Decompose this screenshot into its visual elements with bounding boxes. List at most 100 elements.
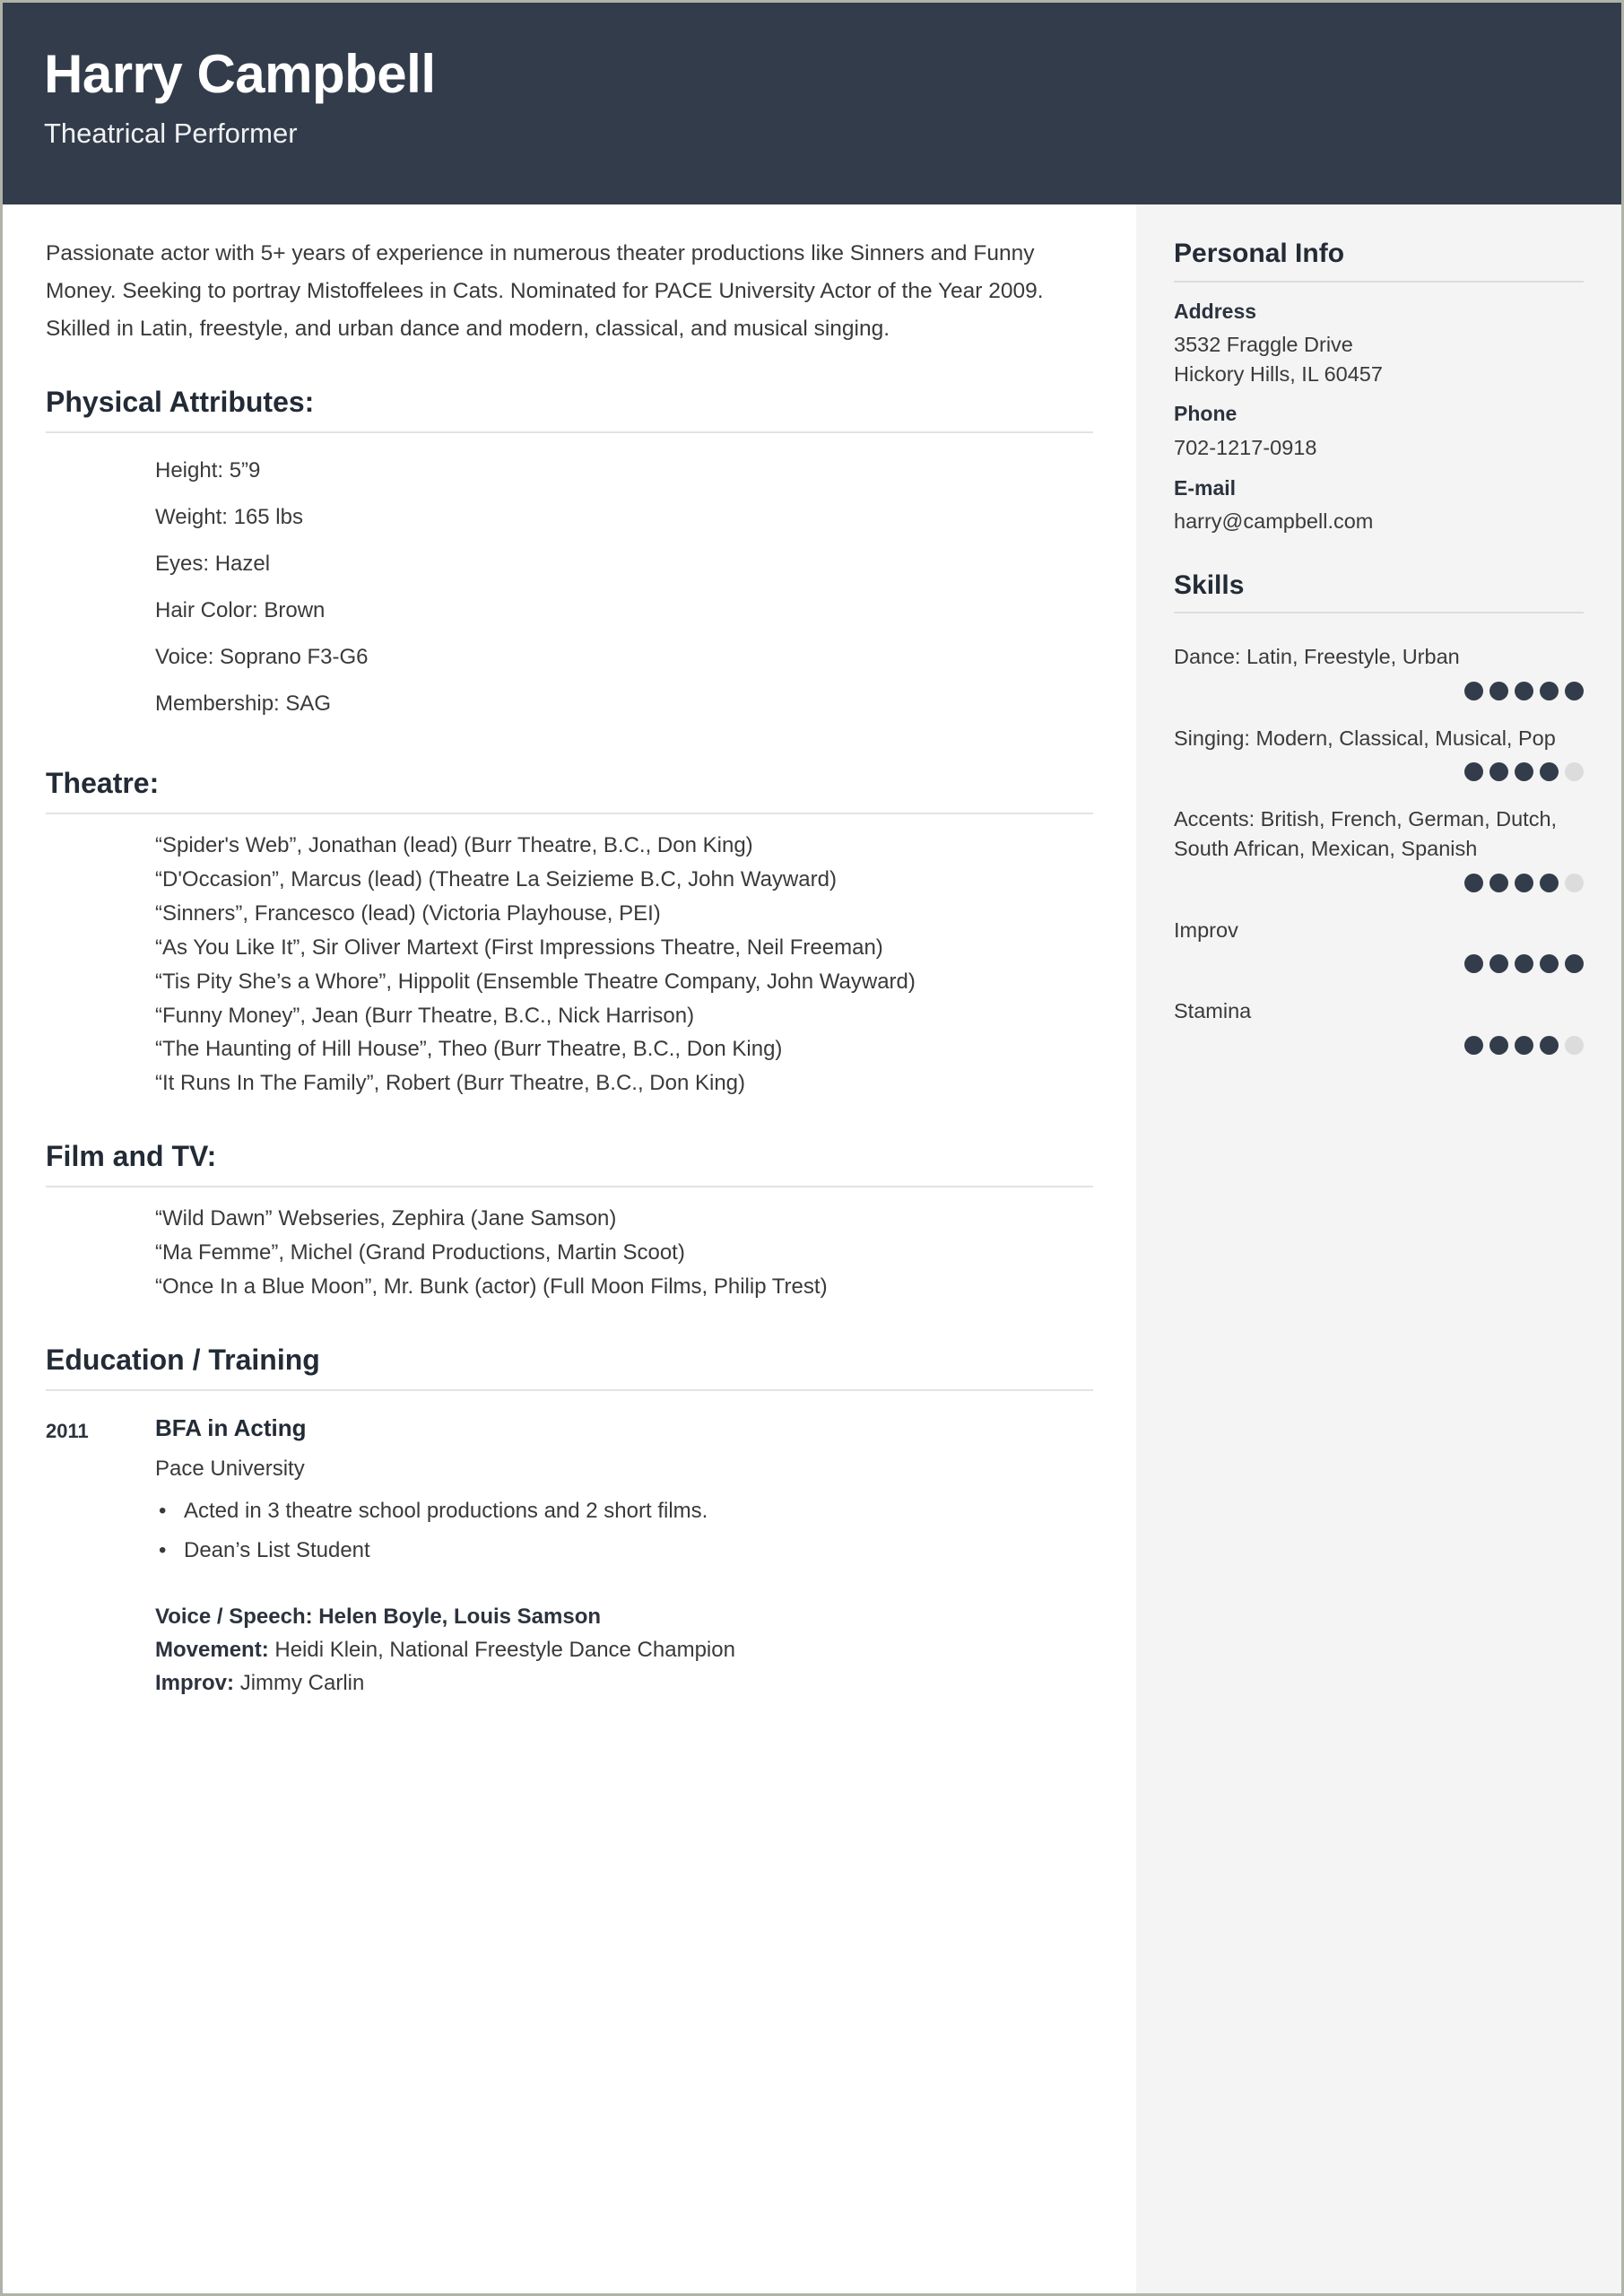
training-label: Improv: [155,1671,240,1696]
list-item: Membership: SAG [155,691,332,717]
training-value: Jimmy Carlin [239,1671,365,1696]
education-entry: 2011 BFA in Acting Pace University Acted… [46,1391,1093,1700]
section-heading: Film and TV: [46,1140,217,1173]
list-item: Eyes: Hazel [155,552,271,577]
rating-dot-filled [1489,954,1508,974]
section-heading: Physical Attributes: [46,386,315,419]
list-item: “As You Like It”, Sir Oliver Martext (Fi… [155,935,883,960]
sidebar: Personal Info Address 3532 Fraggle Drive… [1136,204,1621,2293]
list-item: “It Runs In The Family”, Robert (Burr Th… [155,1071,746,1096]
address-line-2: Hickory Hills, IL 60457 [1174,361,1383,386]
education-school: Pace University [155,1456,305,1481]
training-line: Voice / Speech: Helen Boyle, Louis Samso… [155,1600,1093,1633]
rating-dot-filled [1489,762,1508,782]
list-item: “Wild Dawn” Webseries, Zephira (Jane Sam… [155,1206,617,1231]
training-label: Movement: [155,1637,275,1662]
education-year: 2011 [46,1419,89,1442]
skill-label: Singing: Modern, Classical, Musical, Pop [1174,726,1556,750]
main-column: Passionate actor with 5+ years of experi… [3,204,1136,2293]
rating-dot-filled [1540,1035,1559,1055]
list-item: “Funny Money”, Jean (Burr Theatre, B.C.,… [155,1003,695,1028]
personal-info-field: Address 3532 Fraggle Drive Hickory Hills,… [1174,299,1584,389]
section-divider [1174,280,1584,283]
training-line: Improv: Jimmy Carlin [155,1666,1093,1700]
rating-dot-filled [1489,1035,1508,1055]
rating-dot-empty [1565,762,1584,782]
list-item: Height: 5”9 [155,458,261,483]
section-personal-info: Personal Info Address 3532 Fraggle Drive… [1174,239,1584,536]
list-item: Hair Color: Brown [155,598,326,623]
skill-rating-dots [1174,954,1584,974]
rating-dot-filled [1565,954,1584,974]
section-heading: Education / Training [46,1343,320,1376]
skill-label: Dance: Latin, Freestyle, Urban [1174,645,1460,669]
section-heading: Theatre: [46,767,160,800]
skill-rating-dots [1174,1035,1584,1055]
skill-item: Stamina [1174,996,1584,1026]
rating-dot-filled [1464,954,1483,974]
rating-dot-filled [1565,681,1584,700]
resume-body: Passionate actor with 5+ years of experi… [3,204,1621,2293]
rating-dot-filled [1515,762,1533,782]
list-item: “Once In a Blue Moon”, Mr. Bunk (actor) … [155,1274,828,1299]
rating-dot-empty [1565,873,1584,892]
list-item: Dean’s List Student [155,1536,1093,1576]
skill-label: Stamina [1174,999,1252,1023]
personal-info-field: Phone 702-1217-0918 [1174,401,1584,462]
list-item: “D'Occasion”, Marcus (lead) (Theatre La … [155,866,837,891]
email-value[interactable]: harry@campbell.com [1174,507,1584,535]
list-item: “Ma Femme”, Michel (Grand Productions, M… [155,1239,685,1265]
rating-dot-filled [1464,873,1483,892]
rating-dot-filled [1464,681,1483,700]
job-title: Theatrical Performer [44,117,298,149]
skill-rating-dots [1174,873,1584,892]
section-physical-attributes: Physical Attributes: Height: 5”9 Weight:… [46,386,1093,727]
rating-dot-filled [1540,873,1559,892]
resume-page: Harry Campbell Theatrical Performer Pass… [0,0,1624,2296]
personal-info-field: E-mail harry@campbell.com [1174,475,1584,536]
section-education-training: Education / Training 2011 BFA in Acting … [46,1344,1093,1700]
rating-dot-filled [1515,1035,1533,1055]
field-label: E-mail [1174,475,1237,500]
section-film-tv: Film and TV: “Wild Dawn” Webseries, Zeph… [46,1140,1093,1304]
rating-dot-filled [1540,681,1559,700]
rating-dot-filled [1540,954,1559,974]
education-details: BFA in Acting Pace University Acted in 3… [155,1414,1093,1700]
field-label: Address [1174,299,1257,323]
rating-dot-filled [1515,873,1533,892]
rating-dot-filled [1515,681,1533,700]
rating-dot-empty [1565,1035,1584,1055]
list-item: Weight: 165 lbs [155,505,303,530]
summary-paragraph: Passionate actor with 5+ years of experi… [46,241,1044,342]
skill-label: Improv [1174,918,1238,942]
training-line: Movement: Heidi Klein, National Freestyl… [155,1633,1093,1666]
education-bullet-list: Acted in 3 theatre school productions an… [155,1497,1093,1577]
resume-header: Harry Campbell Theatrical Performer [3,3,1621,204]
theatre-credits-list: “Spider's Web”, Jonathan (lead) (Burr Th… [46,814,1093,1100]
list-item: “Sinners”, Francesco (lead) (Victoria Pl… [155,900,661,926]
skill-rating-dots [1174,762,1584,782]
skill-item: Improv [1174,916,1584,945]
section-heading: Personal Info [1174,239,1345,268]
section-heading: Skills [1174,570,1245,600]
address-line-1: 3532 Fraggle Drive [1174,333,1353,357]
address-value: 3532 Fraggle Drive Hickory Hills, IL 6045… [1174,330,1584,388]
list-item: “The Haunting of Hill House”, Theo (Burr… [155,1037,783,1062]
physical-attributes-list: Height: 5”9 Weight: 165 lbs Eyes: Hazel … [46,433,1093,727]
skill-label: Accents: British, French, German, Dutch,… [1174,807,1558,861]
skill-item: Dance: Latin, Freestyle, Urban [1174,642,1584,672]
rating-dot-filled [1540,762,1559,782]
page-title: Harry Campbell [44,44,436,104]
list-item: “Tis Pity She’s a Whore”, Hippolit (Ense… [155,969,916,994]
phone-value[interactable]: 702-1217-0918 [1174,433,1584,462]
rating-dot-filled [1489,681,1508,700]
film-tv-credits-list: “Wild Dawn” Webseries, Zephira (Jane Sam… [46,1187,1093,1304]
training-label: Voice / Speech: [155,1604,319,1629]
section-theatre: Theatre: “Spider's Web”, Jonathan (lead)… [46,767,1093,1100]
rating-dot-filled [1515,954,1533,974]
skill-rating-dots [1174,681,1584,700]
